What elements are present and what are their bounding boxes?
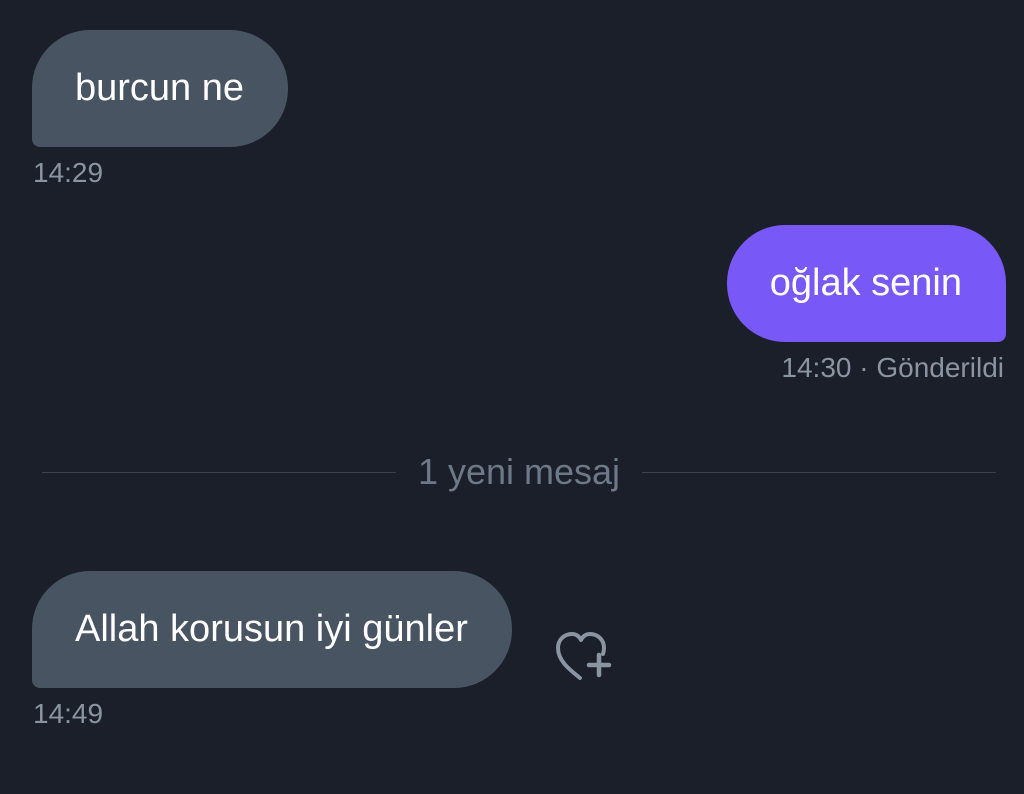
message-bubble-outgoing[interactable]: oğlak senin	[726, 225, 1006, 342]
new-messages-label: 1 yeni mesaj	[417, 451, 621, 492]
message-bubble-incoming[interactable]: burcun ne	[32, 30, 289, 147]
delivery-status: Gönderildi	[876, 352, 1004, 383]
heart-plus-icon	[556, 632, 612, 680]
message-timestamp: 14:30	[781, 352, 852, 383]
message-text: Allah korusun iyi günler	[75, 608, 468, 650]
message-meta: 14:30 · Gönderildi	[781, 352, 1004, 384]
message-text: burcun ne	[75, 67, 245, 109]
new-messages-divider: 1 yeni mesaj	[42, 450, 997, 494]
meta-separator: ·	[851, 352, 877, 383]
message-timestamp: 14:29	[33, 157, 104, 188]
divider-line-right	[642, 471, 997, 473]
message-text: oğlak senin	[769, 262, 962, 304]
add-reaction-button[interactable]	[552, 628, 614, 684]
divider-line-left	[42, 471, 396, 473]
message-timestamp: 14:49	[33, 698, 104, 729]
message-bubble-incoming[interactable]: Allah korusun iyi günler	[32, 571, 512, 688]
